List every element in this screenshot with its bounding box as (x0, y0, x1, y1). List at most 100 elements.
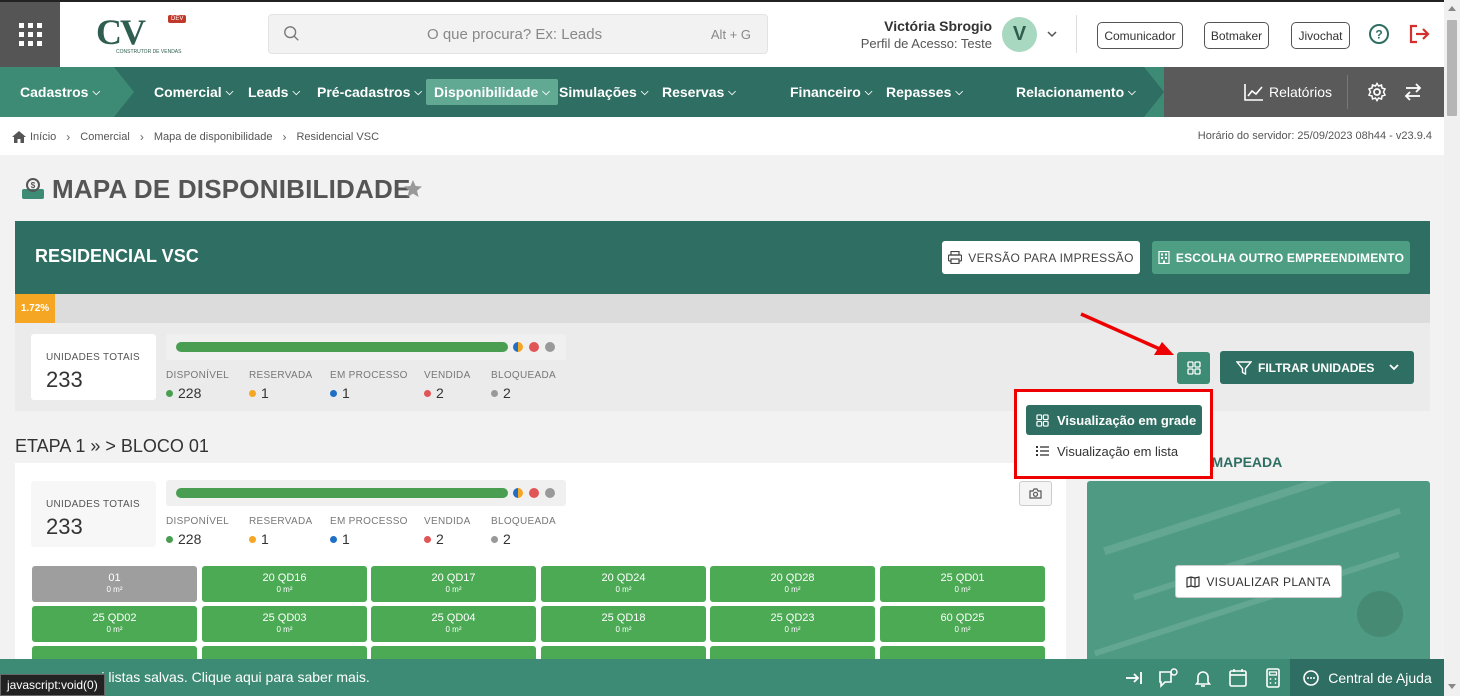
unit-cell[interactable] (880, 646, 1045, 659)
logout-icon[interactable] (1408, 23, 1432, 45)
user-info[interactable]: Victória Sbrogio Perfil de Acesso: Teste (820, 18, 992, 51)
nav-simulacoes[interactable]: Simulações ⌵ (559, 67, 648, 117)
status-dot-mixed (513, 488, 523, 498)
unit-area: 0 m² (276, 585, 293, 594)
unit-cell[interactable]: 25 QD18 0 m² (541, 606, 706, 642)
nav-leads[interactable]: Leads ⌵ (248, 67, 300, 117)
calendar-icon[interactable] (1227, 667, 1249, 689)
unit-cell[interactable] (541, 646, 706, 659)
unit-name: 20 QD24 (601, 572, 646, 584)
legend-label: VENDIDA (424, 370, 471, 381)
total-units-box: UNIDADES TOTAIS 233 (31, 334, 156, 400)
status-dot (491, 535, 498, 543)
nav-cadastros[interactable]: Cadastros ⌵ (20, 67, 100, 117)
legend-value: 2 (424, 385, 471, 401)
legend-sold: VENDIDA 2 (424, 370, 471, 401)
server-time: Horário do servidor: 25/09/2023 08h44 - … (1197, 130, 1432, 142)
unit-area: 0 m² (954, 625, 971, 634)
screenshot-button[interactable] (1019, 481, 1052, 506)
collapse-right-icon[interactable] (1123, 667, 1145, 689)
legend-count: 2 (503, 531, 511, 547)
unit-cell[interactable] (202, 646, 367, 659)
vertical-scrollbar[interactable] (1444, 0, 1460, 696)
legend-label: VENDIDA (424, 516, 471, 527)
saved-lists-message[interactable]: possui listas salvas. Clique aqui para s… (64, 669, 370, 685)
unit-cell[interactable]: 20 QD28 0 m² (710, 566, 875, 602)
nav-repasses[interactable]: Repasses ⌵ (886, 67, 963, 117)
unit-cell[interactable]: 60 QD25 0 m² (880, 606, 1045, 642)
unit-cell[interactable]: 20 QD16 0 m² (202, 566, 367, 602)
filter-units-button[interactable]: FILTRAR UNIDADES (1220, 351, 1414, 384)
swap-icon[interactable] (1403, 82, 1423, 102)
bell-icon[interactable] (1192, 667, 1214, 689)
botmaker-button[interactable]: Botmaker (1204, 22, 1269, 49)
chevron-right-icon: › (282, 130, 287, 144)
gear-icon[interactable] (1367, 82, 1387, 102)
nav-label: Disponibilidade (434, 84, 539, 100)
project-title: RESIDENCIAL VSC (35, 246, 199, 266)
list-view-option[interactable]: Visualização em lista (1026, 436, 1202, 466)
comunicador-button[interactable]: Comunicador (1097, 22, 1183, 49)
legend-available: DISPONÍVEL 228 (166, 516, 229, 547)
nav-relatorios[interactable]: Relatórios (1244, 67, 1332, 117)
legend-label: EM PROCESSO (330, 370, 408, 381)
help-icon[interactable]: ? (1368, 23, 1390, 45)
unit-cell[interactable] (371, 646, 536, 659)
unit-area: 0 m² (106, 625, 123, 634)
help-center-button[interactable]: Central de Ajuda (1290, 659, 1444, 696)
print-version-label: VERSÃO PARA IMPRESSÃO (968, 250, 1134, 265)
printer-icon (948, 251, 963, 264)
building-money-icon: $ (22, 178, 44, 199)
unit-cell[interactable]: 25 QD03 0 m² (202, 606, 367, 642)
nav-pre-cadastros[interactable]: Pré-cadastros ⌵ (317, 67, 422, 117)
unit-cell[interactable]: 25 QD01 0 m² (880, 566, 1045, 602)
view-plan-button[interactable]: VISUALIZAR PLANTA (1175, 565, 1342, 598)
nav-reservas[interactable]: Reservas ⌵ (662, 67, 736, 117)
nav-comercial[interactable]: Comercial ⌵ (154, 67, 233, 117)
search-box[interactable]: Alt + G (268, 14, 768, 54)
logo[interactable]: CV DEV CONSTRUTOR DE VENDAS (96, 14, 187, 55)
chevron-right-icon: › (66, 130, 71, 144)
unit-cell[interactable]: 25 QD04 0 m² (371, 606, 536, 642)
chevron-down-icon[interactable] (1046, 28, 1058, 40)
legend-value: 228 (166, 531, 229, 547)
breadcrumb-comercial[interactable]: Comercial (80, 131, 130, 143)
logo-subtitle: CONSTRUTOR DE VENDAS (116, 48, 182, 55)
grid-view-option[interactable]: Visualização em grade (1026, 405, 1202, 435)
grid-icon (1036, 413, 1049, 427)
total-units-value: 233 (46, 367, 83, 392)
legend-in-process: EM PROCESSO 1 (330, 370, 408, 401)
breadcrumb-mapa[interactable]: Mapa de disponibilidade (154, 131, 273, 143)
nav-relacionamento[interactable]: Relacionamento ⌵ (1016, 67, 1136, 117)
unit-cell[interactable]: 20 QD17 0 m² (371, 566, 536, 602)
print-version-button[interactable]: VERSÃO PARA IMPRESSÃO (942, 241, 1140, 274)
scroll-up-arrow[interactable] (1448, 6, 1456, 11)
view-toggle-button[interactable] (1177, 352, 1210, 384)
avatar[interactable]: V (1002, 17, 1037, 52)
scroll-down-arrow[interactable] (1448, 684, 1456, 689)
nav-disponibilidade[interactable]: Disponibilidade ⌵ (426, 79, 558, 105)
breadcrumb-home[interactable]: Início (30, 131, 56, 143)
jivochat-button[interactable]: Jivochat (1291, 22, 1350, 49)
calculator-icon[interactable] (1262, 667, 1284, 689)
nav-financeiro[interactable]: Financeiro ⌵ (790, 67, 872, 117)
unit-cell[interactable]: 20 QD24 0 m² (541, 566, 706, 602)
nav-label: Simulações (559, 84, 637, 100)
unit-cell[interactable]: 25 QD02 0 m² (32, 606, 197, 642)
legend-value: 1 (249, 531, 312, 547)
bottom-bar: possui listas salvas. Clique aqui para s… (0, 659, 1444, 696)
unit-cell[interactable]: 25 QD23 0 m² (710, 606, 875, 642)
unit-cell[interactable] (32, 646, 197, 659)
choose-project-button[interactable]: ESCOLHA OUTRO EMPREENDIMENTO (1152, 241, 1410, 274)
scroll-thumb[interactable] (1447, 20, 1457, 116)
unit-cell[interactable] (710, 646, 875, 659)
unit-cell[interactable]: 01 0 m² (32, 566, 197, 602)
page-title: MAPA DE DISPONIBILIDADE (52, 174, 411, 204)
project-card-header: RESIDENCIAL VSC VERSÃO PARA IMPRESSÃO ES… (15, 221, 1430, 294)
legend-value: 2 (424, 531, 471, 547)
star-icon[interactable] (402, 178, 424, 200)
search-input[interactable] (301, 15, 711, 53)
apps-menu-button[interactable] (0, 2, 60, 67)
chat-heart-icon[interactable] (1157, 667, 1179, 689)
status-dot (424, 535, 431, 543)
